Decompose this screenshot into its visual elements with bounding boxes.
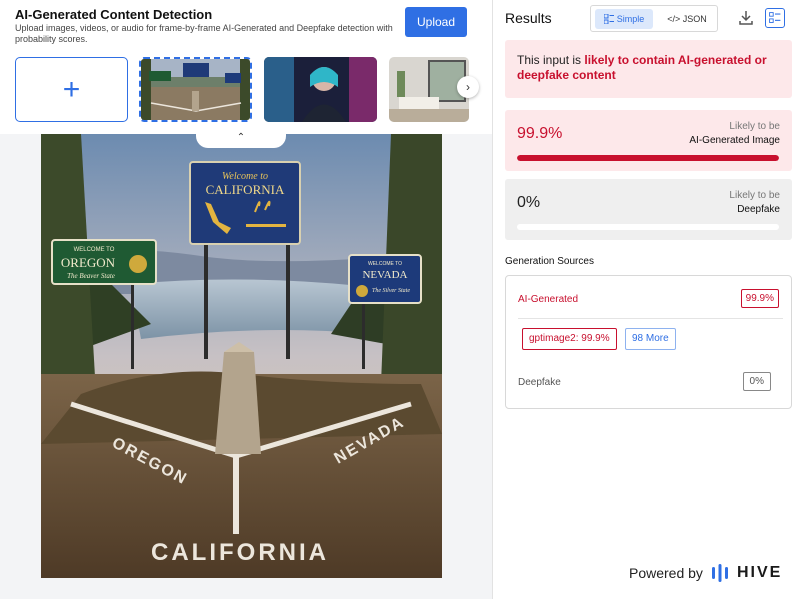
header: AI-Generated Content Detection Upload im… [0,0,492,134]
results-panel: Results Simple </> JSON This input is li… [492,0,804,599]
source-deepfake-badge: 0% [742,372,771,391]
ai-score-bar [517,155,779,161]
deepfake-score-card: 0% Likely to be Deepfake [505,179,792,240]
hive-logo-icon [711,564,728,582]
oregon-sign-top: WELCOME TO [74,247,115,253]
add-media-button[interactable]: + [15,57,128,122]
chevron-right-icon: › [466,80,470,94]
generation-sources-card: AI-Generated 99.9% gptimage2: 99.9% 98 M… [505,275,792,409]
nevada-sign-name: NEVADA [362,269,407,281]
deepfake-score-label: Likely to be Deepfake [729,189,780,217]
results-title: Results [505,10,552,26]
next-thumbnails-button[interactable]: › [457,76,479,98]
nevada-sign-top: WELCOME TO [368,261,402,267]
toggle-json[interactable]: </> JSON [659,9,715,29]
ai-score-label-big: AI-Generated Image [689,135,780,146]
detail-view-icon[interactable] [765,8,785,28]
ai-generated-score-card: 99.9% Likely to be AI-Generated Image [505,110,792,171]
page-title: AI-Generated Content Detection [15,7,213,22]
ai-score-bar-fill [517,155,779,161]
thumbnail-california-border[interactable] [139,57,252,122]
plus-icon: + [62,72,81,106]
thumbnail-strip: + [15,57,469,123]
powered-by-label: Powered by [629,565,703,581]
page-subtitle: Upload images, videos, or audio for fram… [15,23,393,44]
main-image: Welcome to CALIFORNIA WELCOME TO OREGON … [41,134,442,578]
chevron-up-icon: ⌃ [236,131,246,143]
upload-button[interactable]: Upload [405,7,467,37]
source-ai-label: AI-Generated [518,294,579,305]
left-panel: Welcome to CALIFORNIA WELCOME TO OREGON … [0,0,492,599]
california-sign-name: CALIFORNIA [206,182,285,197]
oregon-sign-motto: The Beaver State [67,272,115,280]
california-border-photo: Welcome to CALIFORNIA WELCOME TO OREGON … [41,134,442,578]
verdict-prefix: This input is [517,53,585,67]
ai-score-label: Likely to be AI-Generated Image [689,120,780,148]
deepfake-score-value: 0% [517,194,541,211]
oregon-sign-name: OREGON [61,255,116,270]
collapse-thumbnails-button[interactable]: ⌃ [196,126,286,148]
toggle-simple[interactable]: Simple [595,9,653,29]
deepfake-score-label-big: Deepfake [737,204,780,215]
toggle-simple-label: Simple [616,14,645,24]
ground-text-california: CALIFORNIA [151,539,329,566]
powered-by: Powered by HIVE [629,562,782,584]
more-sources-button[interactable]: 98 More [625,328,676,350]
download-icon[interactable] [737,9,755,27]
ai-score-label-small: Likely to be [729,121,780,132]
toggle-json-label: </> JSON [667,14,707,24]
source-model-chip: gptimage2: 99.9% [522,328,617,350]
california-sign-top: Welcome to [222,171,268,182]
deepfake-score-bar [517,224,779,230]
divider [518,318,783,319]
view-toggle: Simple </> JSON [590,5,718,32]
verdict-banner: This input is likely to contain AI-gener… [505,40,792,98]
ai-score-value: 99.9% [517,125,563,142]
source-deepfake-label: Deepfake [518,377,561,388]
nevada-sign-motto: The Silver State [372,288,410,294]
thumbnail-cyberpunk-woman[interactable] [264,57,377,122]
source-ai-badge: 99.9% [740,289,779,308]
hive-brand: HIVE [736,564,783,581]
list-icon [603,14,614,24]
deepfake-score-label-small: Likely to be [729,190,780,201]
generation-sources-title: Generation Sources [505,256,594,267]
